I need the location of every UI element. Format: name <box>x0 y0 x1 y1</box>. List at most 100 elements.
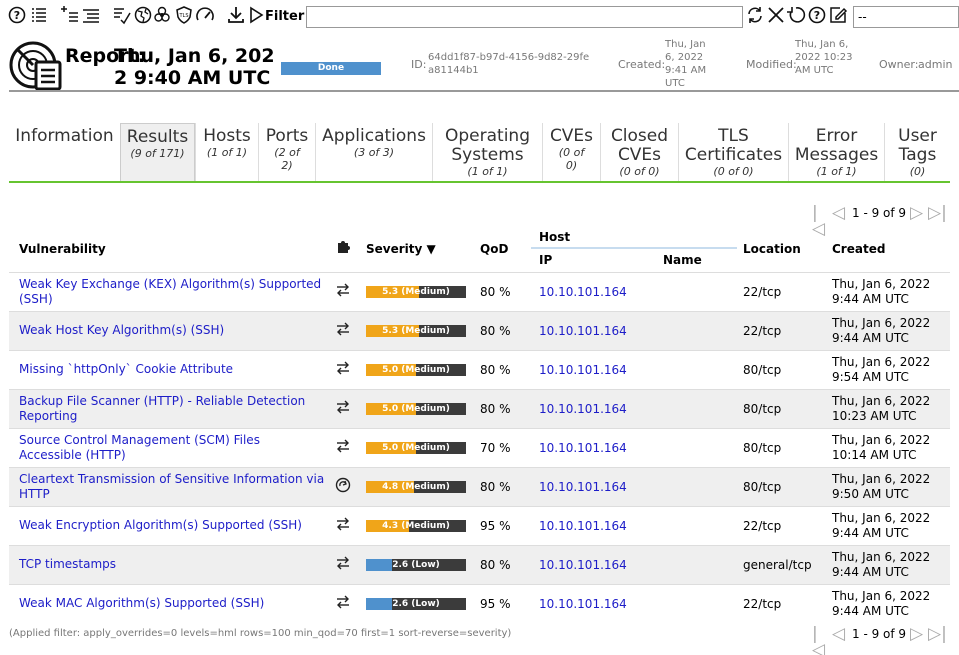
reset-icon[interactable] <box>766 5 786 25</box>
filter-label: Filter <box>265 9 305 24</box>
tab-closed-cves[interactable]: Closed CVEs (0 of 0) <box>600 123 678 181</box>
host-ip-link[interactable]: 10.10.101.164 <box>531 505 663 545</box>
host-name <box>663 271 737 311</box>
edit-filter-icon[interactable] <box>828 5 848 25</box>
vendorfix-icon <box>335 360 351 376</box>
next-page-icon[interactable]: ▷ <box>910 626 923 643</box>
table-row[interactable]: Weak Host Key Algorithm(s) (SSH) 5.3 (Med… <box>9 310 950 350</box>
modified-label: Modified: <box>746 58 797 71</box>
vulnerability-link[interactable]: Missing `httpOnly` Cookie Attribute <box>9 349 325 389</box>
table-row[interactable]: Cleartext Transmission of Sensitive Info… <box>9 466 950 506</box>
tab-tls-certificates[interactable]: TLS Certificates (0 of 0) <box>678 123 788 181</box>
column-severity[interactable]: Severity ▼ <box>360 226 480 272</box>
column-name[interactable]: Name <box>663 248 737 272</box>
vulnerability-link[interactable]: Weak Key Exchange (KEX) Algorithm(s) Sup… <box>9 271 325 311</box>
created-value: Thu, Jan 6, 2022 9:44 AM UTC <box>826 583 950 623</box>
host-name <box>663 544 737 584</box>
filter-select[interactable]: -- <box>853 6 959 28</box>
column-ip[interactable]: IP <box>531 248 663 272</box>
host-ip-link[interactable]: 10.10.101.164 <box>531 349 663 389</box>
column-created[interactable]: Created <box>826 226 950 272</box>
details-list-icon[interactable] <box>81 5 101 25</box>
table-row[interactable]: Missing `httpOnly` Cookie Attribute 5.0 (… <box>9 349 950 389</box>
vendorfix-icon <box>335 555 351 571</box>
column-vulnerability[interactable]: Vulnerability <box>9 226 325 272</box>
new-task-icon[interactable] <box>60 5 80 25</box>
column-qod[interactable]: QoD <box>480 226 531 272</box>
delta-icon[interactable] <box>112 5 132 25</box>
host-ip-link[interactable]: 10.10.101.164 <box>531 388 663 428</box>
tab-results[interactable]: Results (9 of 171) <box>120 123 195 181</box>
severity-label: 4.8 (Medium) <box>382 481 450 492</box>
host-ip-link[interactable]: 10.10.101.164 <box>531 544 663 584</box>
host-name <box>663 388 737 428</box>
world-icon[interactable] <box>133 5 153 25</box>
vulnerability-link[interactable]: Weak Encryption Algorithm(s) Supported (… <box>9 505 325 545</box>
tab-information[interactable]: Information <box>9 123 120 181</box>
column-location[interactable]: Location <box>737 226 826 272</box>
table-row[interactable]: Weak MAC Algorithm(s) Supported (SSH) 2.6… <box>9 583 950 623</box>
tab-label: Ports <box>265 126 309 146</box>
tab-user-tags[interactable]: User Tags (0) <box>884 123 950 181</box>
previous-page-icon[interactable]: ◁ <box>832 205 845 222</box>
created-value: Thu, Jan 6, 2022 10:14 AM UTC <box>826 427 950 467</box>
previous-page-icon[interactable]: ◁ <box>832 626 845 643</box>
filter-help-icon[interactable]: ? <box>807 5 827 25</box>
table-row[interactable]: Backup File Scanner (HTTP) - Reliable De… <box>9 388 950 428</box>
severity-label: 5.0 (Medium) <box>382 403 450 414</box>
vulnerability-link[interactable]: Weak MAC Algorithm(s) Supported (SSH) <box>9 583 325 623</box>
host-ip-link[interactable]: 10.10.101.164 <box>531 310 663 350</box>
qod-value: 80 % <box>480 388 531 428</box>
vulnerability-link[interactable]: Source Control Management (SCM) Files Ac… <box>9 427 325 467</box>
tab-cves[interactable]: CVEs (0 of 0) <box>542 123 600 181</box>
download-icon[interactable] <box>226 5 246 25</box>
refresh-icon[interactable] <box>745 5 765 25</box>
undo-icon[interactable] <box>786 5 806 25</box>
tab-label: Error Messages <box>794 126 879 165</box>
tab-count: (0) <box>909 165 926 178</box>
first-page-icon[interactable]: |◁ <box>812 626 825 655</box>
tab-applications[interactable]: Applications (3 of 3) <box>315 123 432 181</box>
tab-operating-systems[interactable]: Operating Systems (1 of 1) <box>432 123 542 181</box>
list-icon[interactable] <box>29 5 49 25</box>
table-row[interactable]: Weak Key Exchange (KEX) Algorithm(s) Sup… <box>9 271 950 311</box>
created-value: Thu, Jan 6, 2022 9:44 AM UTC <box>826 544 950 584</box>
play-icon[interactable] <box>246 5 266 25</box>
pagination-text: 1 - 9 of 9 <box>852 206 907 220</box>
table-row[interactable]: TCP timestamps 2.6 (Low) 80 % 10.10.101.164… <box>9 544 950 584</box>
performance-icon[interactable] <box>195 5 215 25</box>
tab-hosts[interactable]: Hosts (1 of 1) <box>195 123 258 181</box>
location-value: general/tcp <box>737 544 826 584</box>
filter-input[interactable] <box>306 6 743 28</box>
vendorfix-icon <box>335 516 351 532</box>
host-ip-link[interactable]: 10.10.101.164 <box>531 466 663 506</box>
tab-count: (1 of 1) <box>206 146 248 159</box>
host-ip-link[interactable]: 10.10.101.164 <box>531 271 663 311</box>
table-row[interactable]: Source Control Management (SCM) Files Ac… <box>9 427 950 467</box>
last-page-icon[interactable]: ▷| <box>928 626 947 643</box>
host-name <box>663 466 737 506</box>
host-ip-link[interactable]: 10.10.101.164 <box>531 583 663 623</box>
column-host: Host <box>531 226 737 249</box>
table-row[interactable]: Weak Encryption Algorithm(s) Supported (… <box>9 505 950 545</box>
help-icon[interactable]: ? <box>7 5 27 25</box>
vulnerability-link[interactable]: Backup File Scanner (HTTP) - Reliable De… <box>9 388 325 428</box>
vulnerability-link[interactable]: Cleartext Transmission of Sensitive Info… <box>9 466 325 506</box>
severity-label: 2.6 (Low) <box>392 598 440 609</box>
severity-bar: 5.0 (Medium) <box>366 441 466 454</box>
tls-shield-icon[interactable]: TLS <box>174 5 194 25</box>
tab-label: Closed CVEs <box>610 126 669 165</box>
tab-ports[interactable]: Ports (2 of 2) <box>258 123 315 181</box>
vulnerability-link[interactable]: TCP timestamps <box>9 544 325 584</box>
tab-count: (0 of 0) <box>713 165 754 178</box>
vulnerability-link[interactable]: Weak Host Key Algorithm(s) (SSH) <box>9 310 325 350</box>
biohazard-icon[interactable] <box>152 5 172 25</box>
last-page-icon[interactable]: ▷| <box>928 205 947 222</box>
host-ip-link[interactable]: 10.10.101.164 <box>531 427 663 467</box>
tab-error-messages[interactable]: Error Messages (1 of 1) <box>788 123 884 181</box>
severity-label: 4.3 (Medium) <box>382 520 450 531</box>
severity-bar: 4.3 (Medium) <box>366 519 466 532</box>
severity-label: 5.0 (Medium) <box>382 364 450 375</box>
next-page-icon[interactable]: ▷ <box>910 205 923 222</box>
qod-value: 70 % <box>480 427 531 467</box>
